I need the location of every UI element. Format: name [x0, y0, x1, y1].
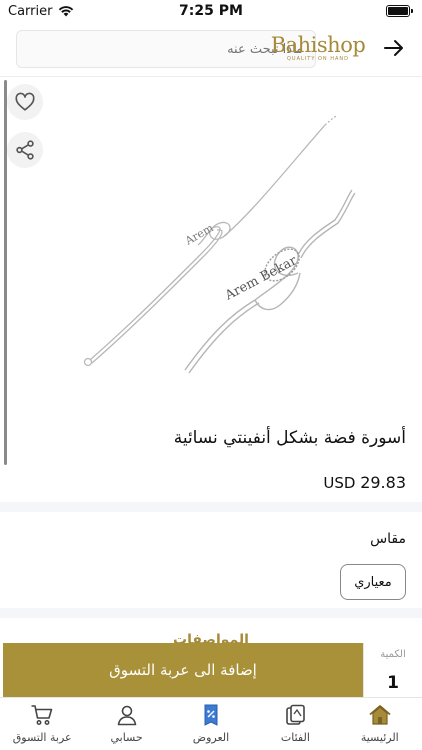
- add-to-cart-button[interactable]: إضافة الى عربة التسوق: [3, 643, 363, 697]
- section-separator: [0, 608, 422, 618]
- tab-label: الرئيسية: [360, 731, 399, 744]
- battery-icon: [386, 5, 413, 17]
- size-option-standard[interactable]: معياري: [340, 564, 406, 600]
- categories-icon: [286, 704, 306, 725]
- offers-icon: [204, 704, 218, 726]
- quantity-value[interactable]: 1: [364, 673, 422, 693]
- product-price: USD 29.83: [323, 473, 406, 492]
- quantity-label: الكمية: [380, 649, 406, 660]
- scroll-indicator[interactable]: [4, 80, 7, 465]
- tab-categories[interactable]: الفئات: [253, 698, 337, 750]
- header-divider: [0, 76, 422, 77]
- header: Bahishop QUALITY ON HAND: [0, 24, 422, 76]
- brand-logo[interactable]: Bahishop QUALITY ON HAND: [262, 34, 374, 68]
- product-image[interactable]: Arem Arem Bekar: [60, 95, 360, 385]
- wifi-icon: [59, 6, 74, 17]
- home-icon: [369, 705, 391, 725]
- tab-label: الفئات: [280, 731, 310, 744]
- cart-icon: [31, 705, 53, 725]
- status-bar: Carrier 7:25 PM: [0, 0, 422, 22]
- tab-offers[interactable]: العروض: [169, 698, 253, 750]
- tab-label: العروض: [192, 731, 230, 744]
- tab-home[interactable]: الرئيسية: [338, 698, 422, 750]
- product-title: أسورة فضة بشكل أنفينتي نسائية: [173, 428, 406, 448]
- tab-cart[interactable]: عربة التسوق: [0, 698, 84, 750]
- share-icon: [16, 140, 34, 160]
- price-amount: 29.83: [360, 473, 406, 492]
- share-button[interactable]: [7, 132, 43, 168]
- tab-account[interactable]: حسابي: [84, 698, 168, 750]
- section-separator: [0, 502, 422, 512]
- bottom-tab-bar: الرئيسية الفئات العروض حسابي عربة التسوق: [0, 697, 422, 750]
- heart-icon: [15, 92, 35, 111]
- carrier-label: Carrier: [8, 3, 53, 19]
- tab-label: حسابي: [110, 731, 143, 744]
- logo-text: Bahishop: [270, 33, 366, 57]
- favorite-button[interactable]: [7, 84, 43, 120]
- price-currency: USD: [323, 474, 356, 492]
- tab-label: عربة التسوق: [12, 731, 72, 744]
- account-icon: [117, 705, 136, 726]
- back-arrow-icon[interactable]: [382, 36, 406, 60]
- size-label: مقاس: [370, 531, 406, 547]
- quantity-field[interactable]: الكمية 1: [363, 643, 422, 697]
